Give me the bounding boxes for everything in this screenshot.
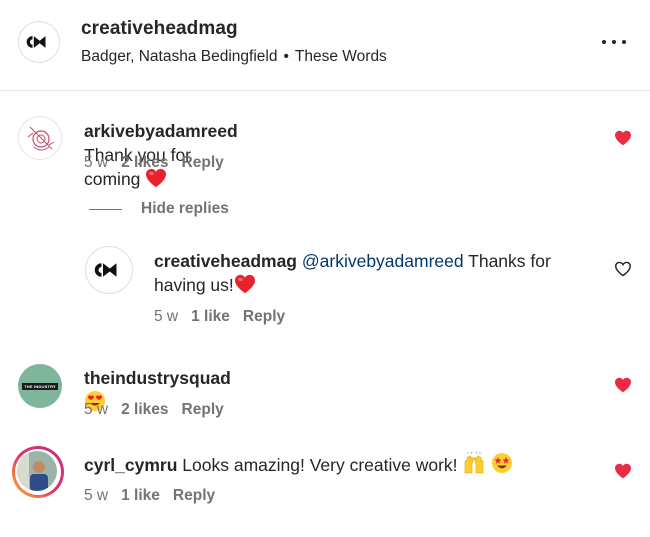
comment-text: cyrl_cymru Looks amazing! Very creative … [84, 452, 513, 477]
heart-filled-icon[interactable] [614, 463, 632, 479]
comment-username[interactable]: cyrl_cymru [84, 455, 177, 475]
comment-meta: 5 w 2 likes Reply [84, 154, 237, 172]
reply-button[interactable]: Reply [243, 308, 285, 325]
theindustrysquad-avatar[interactable]: THE INDUSTRY [18, 364, 62, 408]
audio-track: These Words [294, 48, 387, 65]
comment-meta: 5 w 2 likes Reply [84, 401, 237, 419]
comment-meta: 5 w 1 like Reply [84, 487, 228, 505]
cyrl-cymru-photo [17, 451, 57, 491]
comment-username[interactable]: creativeheadmag [154, 251, 297, 271]
hide-replies-button[interactable]: Hide replies [141, 200, 229, 218]
mention-link[interactable]: @arkivebyadamreed [302, 251, 464, 271]
comment-time: 5 w [154, 308, 179, 325]
comment-username[interactable]: theindustrysquad [84, 368, 231, 388]
separator-dot: • [283, 48, 289, 65]
red-heart-emoji [234, 274, 256, 294]
reply-button[interactable]: Reply [182, 401, 224, 418]
comment-time: 5 w [84, 154, 109, 171]
reply-button[interactable]: Reply [182, 154, 224, 171]
comment-body-line1: Thanks for [468, 251, 551, 271]
comment-username[interactable]: arkivebyadamreed [84, 121, 238, 141]
creativehead-logo-icon [26, 34, 52, 50]
comment-likes-link[interactable]: 1 like [191, 308, 230, 325]
comment-body-line2: having us! [154, 275, 234, 295]
comment-time: 5 w [84, 487, 109, 504]
comment-likes-link[interactable]: 1 like [121, 487, 160, 504]
creativeheadmag-reply-avatar[interactable] [85, 246, 133, 294]
reply-button[interactable]: Reply [173, 487, 215, 504]
comment-text: creativeheadmag @arkivebyadamreed Thanks… [154, 249, 594, 297]
creativehead-logo-icon [94, 261, 124, 279]
more-icon [602, 40, 606, 44]
more-icon-dot [622, 40, 626, 44]
replies-divider-line [89, 209, 122, 210]
avatar-label: THE INDUSTRY [22, 382, 58, 390]
comment-time: 5 w [84, 401, 109, 418]
heart-filled-icon[interactable] [614, 377, 632, 393]
heart-outline-icon[interactable] [614, 261, 632, 277]
comment-body: Looks amazing! Very creative work! [182, 455, 458, 475]
comment-likes-link[interactable]: 2 likes [121, 154, 168, 171]
arkivebyadamreed-avatar[interactable] [18, 116, 62, 160]
audio-artist: Badger, Natasha Bedingfield [81, 48, 278, 65]
arkive-logo-icon [27, 126, 55, 151]
more-options-button[interactable] [602, 32, 626, 52]
cyrl-cymru-avatar-story-ring[interactable] [12, 446, 64, 498]
star-struck-emoji [492, 453, 513, 473]
comment-likes-link[interactable]: 2 likes [121, 401, 168, 418]
post-author-username[interactable]: creativeheadmag [81, 18, 238, 40]
avatar-ring-inner [15, 449, 61, 495]
comment-meta: 5 w 1 like Reply [154, 308, 298, 326]
more-icon-dot [612, 40, 616, 44]
raising-hands-emoji [465, 452, 484, 474]
heart-filled-icon[interactable] [614, 130, 632, 146]
post-header: creativeheadmag Badger, Natasha Bedingfi… [0, 0, 650, 91]
creativeheadmag-avatar[interactable] [18, 21, 60, 63]
audio-attribution[interactable]: Badger, Natasha Bedingfield • These Words [81, 48, 387, 66]
